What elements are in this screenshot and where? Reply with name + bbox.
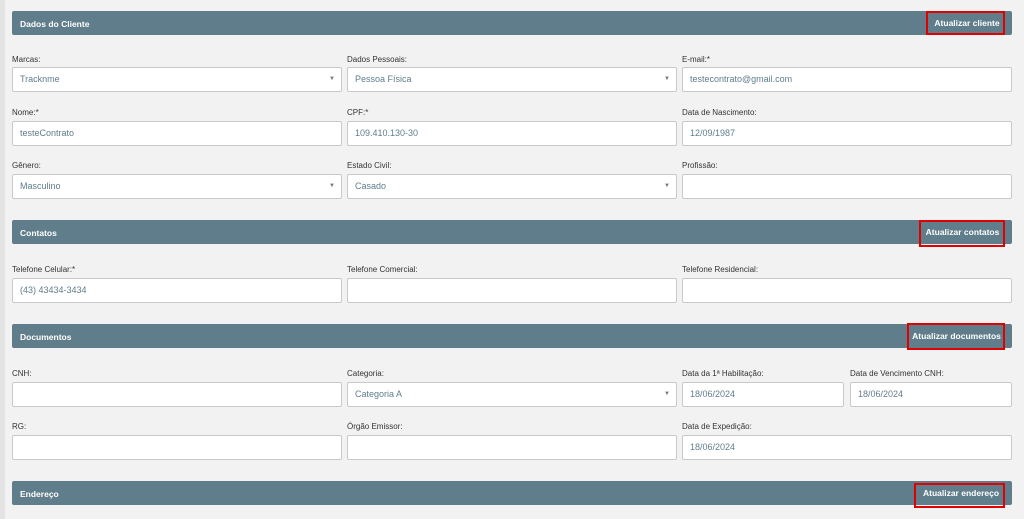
cpf-field[interactable]: 109.410.130-30 [347, 121, 677, 146]
estado-civil-value: Casado [355, 181, 387, 191]
nome-label: Nome:* [12, 108, 39, 117]
vencimento-label: Data de Vencimento CNH: [850, 369, 944, 378]
section-title-cliente: Dados do Cliente [20, 19, 90, 29]
habilitacao-field[interactable]: 18/06/2024 [682, 382, 844, 407]
section-bar-cliente: Dados do Cliente Atualizar cliente [12, 11, 1012, 35]
comercial-field[interactable] [347, 278, 677, 303]
caret-down-icon: ▼ [329, 76, 335, 82]
caret-down-icon: ▼ [664, 76, 670, 82]
section-title-documentos: Documentos [20, 332, 72, 342]
celular-label: Telefone Celular:* [12, 265, 76, 274]
caret-down-icon: ▼ [664, 391, 670, 397]
email-field[interactable]: testecontrato@gmail.com [682, 67, 1012, 92]
profissao-label: Profissão: [682, 161, 718, 170]
caret-down-icon: ▼ [329, 183, 335, 189]
section-bar-contatos: Contatos Atualizar contatos [12, 220, 1012, 244]
atualizar-cliente-button[interactable]: Atualizar cliente [928, 11, 1006, 35]
orgao-field[interactable] [347, 435, 677, 460]
dados-pessoais-label: Dados Pessoais: [347, 55, 408, 64]
expedicao-field[interactable]: 18/06/2024 [682, 435, 1012, 460]
celular-field[interactable]: (43) 43434-3434 [12, 278, 342, 303]
marcas-label: Marcas: [12, 55, 41, 64]
marcas-value: Tracknme [20, 74, 60, 84]
genero-select[interactable]: Masculino ▼ [12, 174, 342, 199]
rg-label: RG: [12, 422, 27, 431]
vencimento-field[interactable]: 18/06/2024 [850, 382, 1012, 407]
habilitacao-label: Data da 1ª Habilitação: [682, 369, 764, 378]
nome-field[interactable]: testeContrato [12, 121, 342, 146]
genero-value: Masculino [20, 181, 61, 191]
categoria-label: Categoria: [347, 369, 384, 378]
nascimento-label: Data de Nascimento: [682, 108, 757, 117]
cpf-label: CPF:* [347, 108, 369, 117]
section-title-endereco: Endereço [20, 489, 59, 499]
page-edge [0, 0, 5, 519]
categoria-select[interactable]: Categoria A ▼ [347, 382, 677, 407]
comercial-label: Telefone Comercial: [347, 265, 418, 274]
dados-pessoais-value: Pessoa Física [355, 74, 412, 84]
residencial-field[interactable] [682, 278, 1012, 303]
genero-label: Gênero: [12, 161, 41, 170]
orgao-label: Órgão Emissor: [347, 422, 403, 431]
cnh-field[interactable] [12, 382, 342, 407]
estado-civil-select[interactable]: Casado ▼ [347, 174, 677, 199]
atualizar-documentos-button[interactable]: Atualizar documentos [907, 324, 1006, 348]
expedicao-label: Data de Expedição: [682, 422, 752, 431]
section-bar-endereco: Endereço Atualizar endereço [12, 481, 1012, 505]
estado-civil-label: Estado Civil: [347, 161, 392, 170]
section-bar-documentos: Documentos Atualizar documentos [12, 324, 1012, 348]
residencial-label: Telefone Residencial: [682, 265, 759, 274]
section-title-contatos: Contatos [20, 228, 57, 238]
email-label: E-mail:* [682, 55, 711, 64]
atualizar-contatos-button[interactable]: Atualizar contatos [920, 220, 1005, 244]
cnh-label: CNH: [12, 369, 32, 378]
profissao-field[interactable] [682, 174, 1012, 199]
caret-down-icon: ▼ [664, 183, 670, 189]
categoria-value: Categoria A [355, 389, 403, 399]
atualizar-endereco-button[interactable]: Atualizar endereço [917, 481, 1005, 505]
dados-pessoais-select[interactable]: Pessoa Física ▼ [347, 67, 677, 92]
nascimento-field[interactable]: 12/09/1987 [682, 121, 1012, 146]
rg-field[interactable] [12, 435, 342, 460]
marcas-select[interactable]: Tracknme ▼ [12, 67, 342, 92]
